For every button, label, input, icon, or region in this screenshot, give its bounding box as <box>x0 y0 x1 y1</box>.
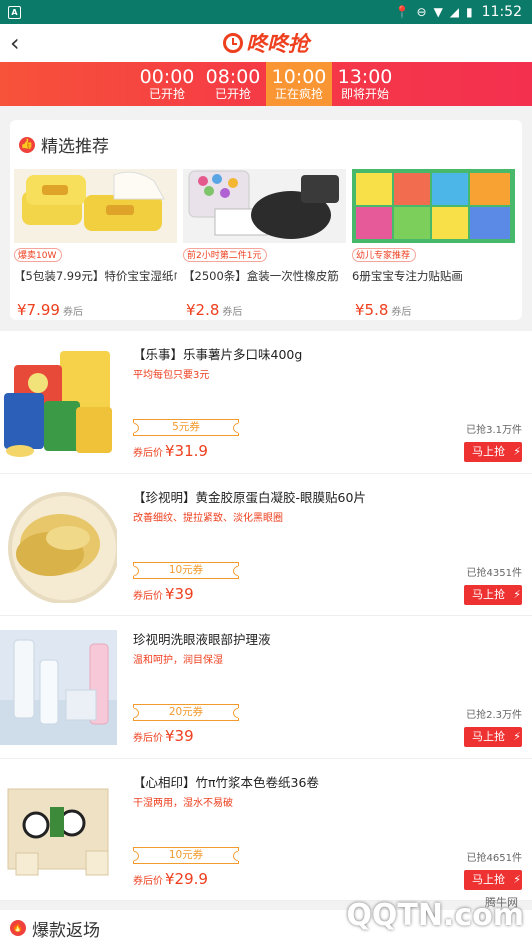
coupon-badge: 10元券 <box>133 561 239 579</box>
buy-now-button[interactable]: 马上抢 <box>464 584 522 605</box>
product-price: 券后价 ¥31.9 <box>133 442 208 460</box>
slot-status: 正在疯抢 <box>274 87 323 101</box>
featured-header: 👍 精选推荐 <box>10 120 522 157</box>
product-desc: 改善细纹、提拉紧致、淡化黑眼圈 <box>133 512 283 524</box>
product-price: ¥7.99 券后 <box>14 301 177 319</box>
product-desc: 干湿两用，湿水不易破 <box>133 797 233 809</box>
clock: 11:52 <box>481 4 522 20</box>
price-value: ¥31.9 <box>165 442 208 460</box>
product-name: 【心相印】竹π竹浆本色卷纸36卷 <box>133 774 319 790</box>
back-button[interactable]: ‹ <box>10 30 34 56</box>
product-desc: 平均每包只要3元 <box>133 370 210 381</box>
slot-time: 08:00 <box>205 66 261 88</box>
product-name: 珍视明洗眼液眼部护理液 <box>133 632 271 647</box>
product-image-chips <box>0 345 117 460</box>
slot-time: 10:00 <box>271 66 327 88</box>
location-icon: 📍 <box>394 5 410 19</box>
featured-section: 👍 精选推荐 爆卖10W 【5包装7.99元】特价宝宝湿纸巾 ¥7.99券后 <box>10 120 522 320</box>
price-suffix: 券后 <box>62 307 83 318</box>
sold-count: 已抢3.1万件 <box>466 425 522 436</box>
promo-tag: 前2小时第二件1元 <box>183 248 268 262</box>
product-image-wet-wipes <box>14 169 177 243</box>
list-item[interactable]: 【乐事】乐事薯片多口味400g 平均每包只要3元 5元券 券后价 ¥31.9 已抢… <box>0 331 532 474</box>
list-item[interactable]: 【珍视明】黄金胶原蛋白凝胶-眼膜贴60片 改善细纹、提拉紧致、淡化黑眼圈 10元… <box>0 474 532 616</box>
app-notification-icon: A <box>8 5 21 19</box>
wifi-icon: ▼ <box>433 5 443 19</box>
navigation-bar: ‹ 咚咚抢 <box>0 24 532 62</box>
product-price: ¥5.8 券后 <box>352 301 515 319</box>
product-name: 【2500条】盒装一次性橡皮筋 <box>183 269 339 283</box>
product-price: 券后价 ¥29.9 <box>133 870 208 888</box>
featured-item[interactable]: 爆卖10W 【5包装7.99元】特价宝宝湿纸巾 ¥7.99 券后 <box>14 169 177 319</box>
dnd-icon: ⊖ <box>416 5 427 19</box>
sold-count: 已抢2.3万件 <box>466 710 522 721</box>
price-value: ¥5.8 <box>355 301 389 319</box>
buy-now-button[interactable]: 马上抢 <box>464 442 522 462</box>
price-value: ¥7.99 <box>17 301 60 319</box>
price-label: 券后价 <box>133 448 163 459</box>
product-image-eye-mask <box>0 487 117 603</box>
product-name: 【乐事】乐事薯片多口味400g <box>133 347 303 362</box>
app-logo: 咚咚抢 <box>223 28 309 58</box>
coupon-badge: 20元券 <box>133 704 239 721</box>
signal-icon: ◢ <box>449 5 460 19</box>
sold-count: 已抢4651件 <box>466 852 522 864</box>
coupon-badge: 10元券 <box>133 846 239 864</box>
price-value: ¥29.9 <box>165 869 208 888</box>
buy-now-button[interactable]: 马上抢 <box>464 727 522 747</box>
watermark-logo: 腾牛网 QQTN.com <box>324 896 524 944</box>
price-value: ¥2.8 <box>186 301 220 319</box>
slot-time: 13:00 <box>337 66 393 88</box>
slot-status: 已开抢 <box>214 87 251 101</box>
battery-icon: ▮ <box>466 5 473 19</box>
product-price: 券后价 ¥39 <box>133 727 194 745</box>
price-label: 券后价 <box>133 590 163 602</box>
product-list: 【乐事】乐事薯片多口味400g 平均每包只要3元 5元券 券后价 ¥31.9 已抢… <box>0 331 532 901</box>
product-name: 6册宝宝专注力贴贴画 <box>352 269 463 283</box>
section-title: 爆款返场 <box>32 920 100 941</box>
time-slot-0000[interactable]: 00:00 已开抢 <box>134 62 200 106</box>
product-price: 券后价 ¥39 <box>133 585 194 603</box>
promo-tag: 幼儿专家推荐 <box>352 248 417 262</box>
featured-item[interactable]: 前2小时第二件1元 【2500条】盒装一次性橡皮筋 ¥2.8 券后 <box>183 169 346 319</box>
slot-status: 已开抢 <box>148 87 185 101</box>
time-slot-1000-active[interactable]: 10:00 正在疯抢 <box>266 62 332 106</box>
fire-icon: 🔥 <box>10 920 26 936</box>
slot-time: 00:00 <box>139 66 195 88</box>
slot-status: 即将开始 <box>340 87 389 101</box>
price-suffix: 券后 <box>391 307 412 318</box>
product-price: ¥2.8 券后 <box>183 301 346 319</box>
time-slot-bar: 00:00 已开抢 08:00 已开抢 10:00 正在疯抢 13:00 即将开… <box>0 62 532 106</box>
thumbs-up-icon: 👍 <box>19 136 35 153</box>
logo-text: 咚咚抢 <box>246 32 309 56</box>
featured-title: 精选推荐 <box>41 137 109 157</box>
list-item[interactable]: 【心相印】竹π竹浆本色卷纸36卷 干湿两用，湿水不易破 10元券 券后价 ¥29.… <box>0 759 532 901</box>
featured-item[interactable]: 幼儿专家推荐 6册宝宝专注力贴贴画 ¥5.8 券后 <box>352 169 515 319</box>
buy-now-button[interactable]: 马上抢 <box>464 869 522 890</box>
product-image-sticker-books <box>352 169 515 243</box>
price-suffix: 券后 <box>222 307 243 318</box>
time-slot-1300[interactable]: 13:00 即将开始 <box>332 62 398 106</box>
time-slot-0800[interactable]: 08:00 已开抢 <box>200 62 266 106</box>
product-name: 【5包装7.99元】特价宝宝湿纸巾 <box>14 269 177 283</box>
list-item[interactable]: 珍视明洗眼液眼部护理液 温和呵护，润目保湿 20元券 券后价 ¥39 已抢2.3万… <box>0 616 532 759</box>
product-desc: 温和呵护，润目保湿 <box>133 655 223 666</box>
sold-count: 已抢4351件 <box>466 567 522 579</box>
price-label: 券后价 <box>133 733 163 744</box>
status-bar: A 📍 ⊖ ▼ ◢ ▮ 11:52 <box>0 0 532 24</box>
price-value: ¥39 <box>165 584 194 603</box>
watermark-small: 腾牛网 <box>485 896 518 909</box>
coupon-badge: 5元券 <box>133 419 239 436</box>
product-image-toilet-paper <box>0 772 117 888</box>
featured-list: 爆卖10W 【5包装7.99元】特价宝宝湿纸巾 ¥7.99 券后 前2小时第二件1… <box>10 157 522 319</box>
price-label: 券后价 <box>133 875 163 887</box>
promo-tag: 爆卖10W <box>14 248 63 262</box>
product-image-rubber-bands <box>183 169 346 243</box>
price-value: ¥39 <box>165 727 194 745</box>
product-name: 【珍视明】黄金胶原蛋白凝胶-眼膜贴60片 <box>133 489 366 505</box>
clock-icon <box>223 33 243 53</box>
product-image-eye-wash <box>0 630 117 745</box>
